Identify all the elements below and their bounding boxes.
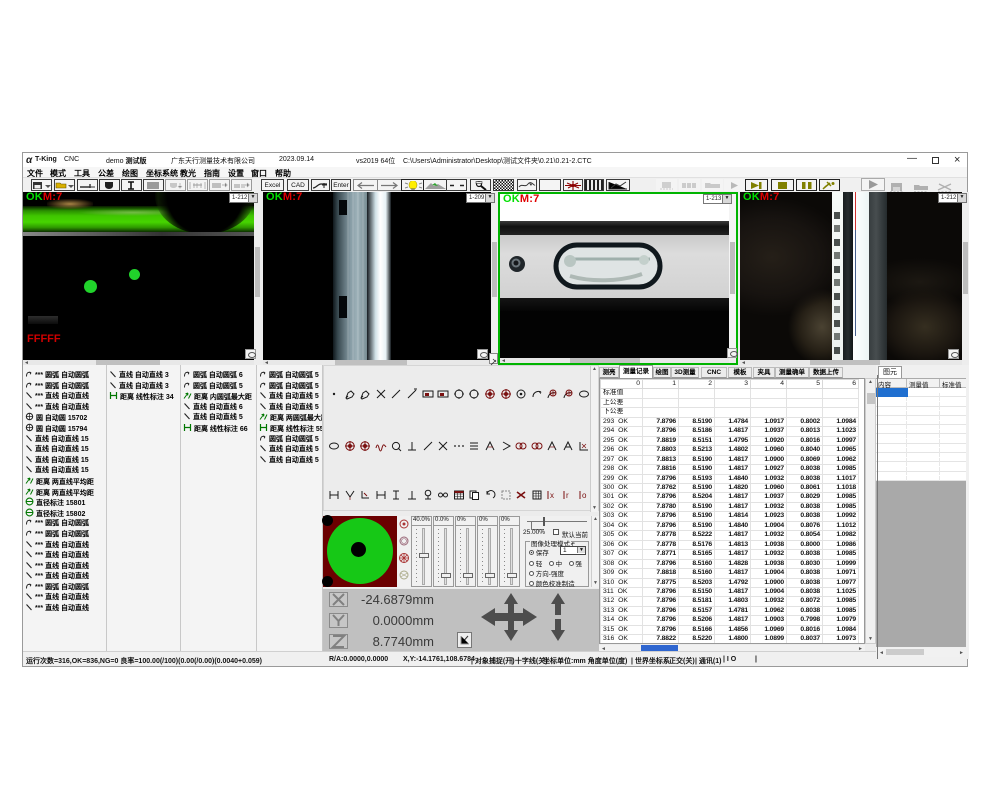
svg-text:x: x [550,491,554,500]
svg-text:r: r [566,491,569,500]
svg-text:o: o [582,491,587,500]
